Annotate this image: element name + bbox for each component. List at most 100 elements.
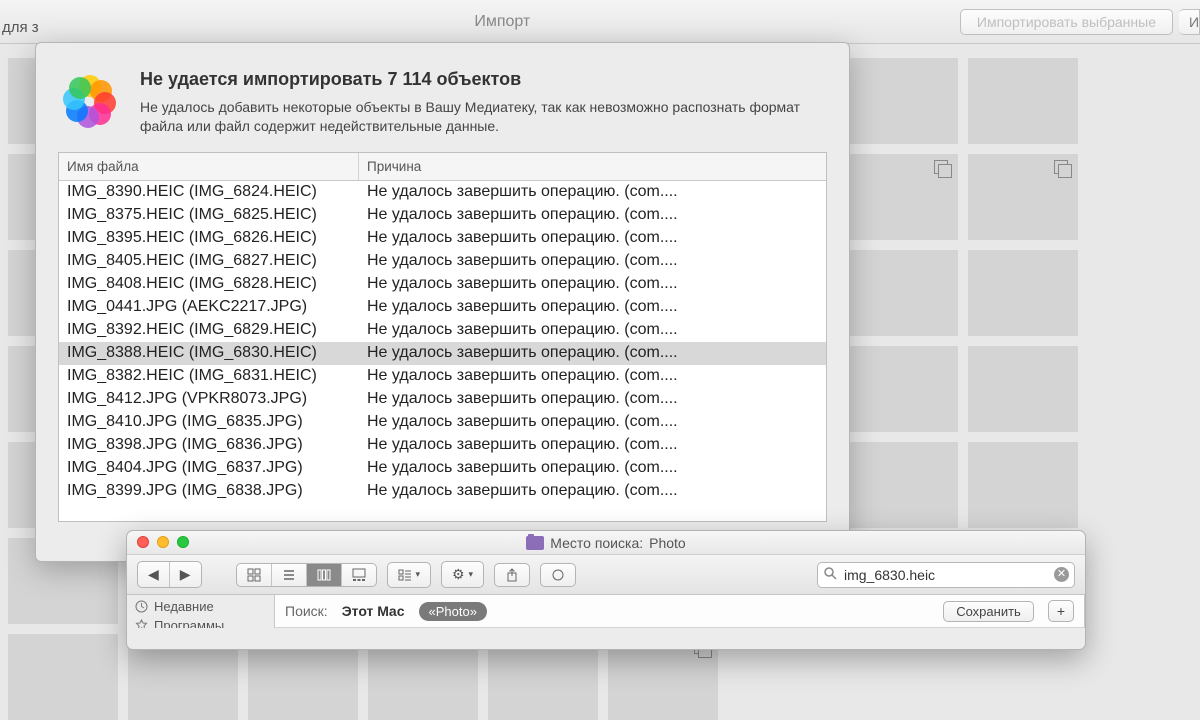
import-selected-button[interactable]: Импортировать выбранные — [960, 9, 1173, 35]
search-icon — [824, 567, 837, 585]
error-table: Имя файла Причина IMG_8390.HEIC (IMG_682… — [58, 152, 827, 522]
sidebar-item-apps[interactable]: Программы — [135, 616, 266, 628]
thumbnail[interactable] — [968, 442, 1078, 528]
view-list-button[interactable] — [272, 564, 307, 586]
thumbnail[interactable] — [848, 154, 958, 240]
table-row[interactable]: IMG_8408.HEIC (IMG_6828.HEIC)Не удалось … — [59, 273, 826, 296]
nav-back-forward: ◀ ▶ — [137, 561, 202, 588]
finder-sidebar: Недавние Программы — [127, 595, 275, 628]
toolbar-left-fragment: для з — [0, 7, 45, 36]
cell-reason: Не удалось завершить операцию. (com.... — [359, 273, 826, 296]
save-search-button[interactable]: Сохранить — [943, 601, 1034, 622]
toolbar-title: Импорт — [45, 13, 960, 31]
thumbnail[interactable] — [848, 58, 958, 144]
finder-content: Поиск: Этот Mac «Photo» Сохранить + — [275, 595, 1085, 628]
sidebar-apps-label: Программы — [154, 618, 224, 628]
thumbnail[interactable] — [968, 58, 1078, 144]
cell-filename: IMG_8375.HEIC (IMG_6825.HEIC) — [59, 204, 359, 227]
finder-toolbar: ◀ ▶ ▾ ⚙▾ — [127, 555, 1085, 595]
cell-reason: Не удалось завершить операцию. (com.... — [359, 227, 826, 250]
cell-reason: Не удалось завершить операцию. (com.... — [359, 365, 826, 388]
cell-reason: Не удалось завершить операцию. (com.... — [359, 434, 826, 457]
clock-icon — [135, 600, 148, 613]
folder-icon — [526, 536, 544, 550]
scope-folder-pill[interactable]: «Photo» — [419, 602, 487, 621]
thumbnail[interactable] — [968, 250, 1078, 336]
table-row[interactable]: IMG_8412.JPG (VPKR8073.JPG)Не удалось за… — [59, 388, 826, 411]
cell-filename: IMG_0441.JPG (AEKC2217.JPG) — [59, 296, 359, 319]
clear-search-icon[interactable]: ✕ — [1054, 567, 1069, 582]
apps-icon — [135, 619, 148, 628]
stack-icon — [934, 160, 952, 178]
table-row[interactable]: IMG_8390.HEIC (IMG_6824.HEIC)Не удалось … — [59, 181, 826, 204]
table-row[interactable]: IMG_0441.JPG (AEKC2217.JPG)Не удалось за… — [59, 296, 826, 319]
table-row[interactable]: IMG_8392.HEIC (IMG_6829.HEIC)Не удалось … — [59, 319, 826, 342]
table-row[interactable]: IMG_8395.HEIC (IMG_6826.HEIC)Не удалось … — [59, 227, 826, 250]
col-header-filename[interactable]: Имя файла — [59, 153, 359, 180]
sidebar-item-recent[interactable]: Недавние — [135, 597, 266, 616]
finder-titlebar[interactable]: Место поиска: Photo — [127, 531, 1085, 555]
minimize-icon[interactable] — [157, 536, 169, 548]
cell-filename: IMG_8390.HEIC (IMG_6824.HEIC) — [59, 181, 359, 204]
cell-reason: Не удалось завершить операцию. (com.... — [359, 319, 826, 342]
cell-reason: Не удалось завершить операцию. (com.... — [359, 480, 826, 503]
view-columns-button[interactable] — [307, 564, 342, 586]
maximize-icon[interactable] — [177, 536, 189, 548]
share-button[interactable] — [494, 563, 530, 587]
table-row[interactable]: IMG_8382.HEIC (IMG_6831.HEIC)Не удалось … — [59, 365, 826, 388]
view-icon-button[interactable] — [237, 564, 272, 586]
arrange-button[interactable]: ▾ — [388, 563, 430, 587]
table-row[interactable]: IMG_8410.JPG (IMG_6835.JPG)Не удалось за… — [59, 411, 826, 434]
table-row[interactable]: IMG_8388.HEIC (IMG_6830.HEIC)Не удалось … — [59, 342, 826, 365]
table-row[interactable]: IMG_8398.JPG (IMG_6836.JPG)Не удалось за… — [59, 434, 826, 457]
scope-this-mac[interactable]: Этот Mac — [342, 603, 405, 619]
share-icon — [505, 568, 519, 582]
stack-icon — [1054, 160, 1072, 178]
cell-filename: IMG_8410.JPG (IMG_6835.JPG) — [59, 411, 359, 434]
import-all-button[interactable]: И — [1179, 9, 1200, 35]
tags-button[interactable] — [540, 563, 576, 587]
search-input[interactable] — [817, 562, 1075, 588]
cell-filename: IMG_8405.HEIC (IMG_6827.HEIC) — [59, 250, 359, 273]
cell-reason: Не удалось завершить операцию. (com.... — [359, 411, 826, 434]
thumbnail[interactable] — [848, 250, 958, 336]
thumbnail[interactable] — [848, 346, 958, 432]
finder-search: ✕ — [817, 562, 1075, 588]
cell-filename: IMG_8388.HEIC (IMG_6830.HEIC) — [59, 342, 359, 365]
thumbnail[interactable] — [848, 442, 958, 528]
thumbnail[interactable] — [968, 346, 1078, 432]
close-icon[interactable] — [137, 536, 149, 548]
scope-label: Поиск: — [285, 603, 328, 619]
sidebar-recent-label: Недавние — [154, 599, 214, 614]
action-menu-button[interactable]: ⚙▾ — [441, 561, 484, 588]
cell-reason: Не удалось завершить операцию. (com.... — [359, 457, 826, 480]
cell-filename: IMG_8404.JPG (IMG_6837.JPG) — [59, 457, 359, 480]
finder-title-prefix: Место поиска: — [550, 535, 643, 551]
cell-filename: IMG_8395.HEIC (IMG_6826.HEIC) — [59, 227, 359, 250]
forward-button[interactable]: ▶ — [170, 562, 201, 587]
gear-icon: ⚙ — [452, 566, 465, 583]
dialog-message: Не удалось добавить некоторые объекты в … — [140, 98, 827, 136]
table-row[interactable]: IMG_8399.JPG (IMG_6838.JPG)Не удалось за… — [59, 480, 826, 503]
cell-reason: Не удалось завершить операцию. (com.... — [359, 204, 826, 227]
cell-reason: Не удалось завершить операцию. (com.... — [359, 388, 826, 411]
cell-filename: IMG_8382.HEIC (IMG_6831.HEIC) — [59, 365, 359, 388]
table-row[interactable]: IMG_8405.HEIC (IMG_6827.HEIC)Не удалось … — [59, 250, 826, 273]
table-row[interactable]: IMG_8404.JPG (IMG_6837.JPG)Не удалось за… — [59, 457, 826, 480]
cell-reason: Не удалось завершить операцию. (com.... — [359, 250, 826, 273]
col-header-reason[interactable]: Причина — [359, 153, 826, 180]
photos-toolbar: для з Импорт Импортировать выбранные И — [0, 0, 1200, 44]
view-gallery-button[interactable] — [342, 564, 376, 586]
add-criteria-button[interactable]: + — [1048, 600, 1074, 622]
tag-icon — [551, 568, 565, 582]
thumbnail[interactable] — [8, 634, 118, 720]
finder-title-folder: Photo — [649, 535, 686, 551]
back-button[interactable]: ◀ — [138, 562, 170, 587]
cell-filename: IMG_8392.HEIC (IMG_6829.HEIC) — [59, 319, 359, 342]
view-mode-segment — [236, 563, 377, 587]
thumbnail[interactable] — [968, 154, 1078, 240]
photos-app-icon — [58, 69, 122, 133]
cell-reason: Не удалось завершить операцию. (com.... — [359, 296, 826, 319]
table-row[interactable]: IMG_8375.HEIC (IMG_6825.HEIC)Не удалось … — [59, 204, 826, 227]
cell-filename: IMG_8398.JPG (IMG_6836.JPG) — [59, 434, 359, 457]
